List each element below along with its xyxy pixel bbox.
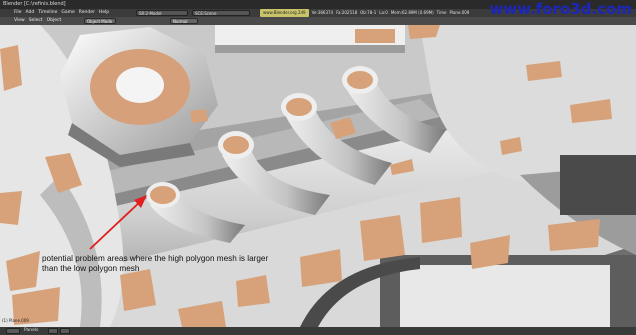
- annotation-text: potential problem areas where the high p…: [42, 254, 269, 273]
- 3d-viewport[interactable]: [0, 25, 636, 327]
- viewport-menus: View Select Object: [14, 17, 61, 25]
- menu-game[interactable]: Game: [61, 9, 74, 17]
- viewport-render: [0, 25, 636, 327]
- menu-help[interactable]: Help: [99, 9, 109, 17]
- top-block-patch: [355, 29, 395, 43]
- scene-stats: www.Blender.org 249 Ve:366374 Fa:202518 …: [260, 9, 469, 17]
- blender-window: Blender [C:\refinis.blend] File Add Time…: [0, 0, 636, 335]
- stat-faces: Fa:202518: [336, 10, 358, 15]
- scene-selector[interactable]: SCE:Scene: [192, 10, 250, 16]
- engine-version: www.Blender.org 249: [260, 9, 309, 17]
- right-dark-slot: [560, 155, 636, 215]
- window-type-button[interactable]: [6, 328, 20, 334]
- menu-file[interactable]: File: [14, 9, 22, 17]
- viewport-menu-object[interactable]: Object: [47, 17, 62, 25]
- watermark: www.foro3d.com: [489, 0, 632, 18]
- viewport-header: View Select Object Object Mode Normal: [0, 17, 636, 25]
- menu-render[interactable]: Render: [79, 9, 95, 17]
- panel-button-1[interactable]: [48, 328, 58, 334]
- menu-add[interactable]: Add: [26, 9, 35, 17]
- object-name-overlay: (1) Plane.009: [2, 318, 29, 323]
- mode-selector[interactable]: Object Mode: [84, 18, 116, 24]
- bottom-light-panel: [400, 265, 610, 327]
- stat-objects: Ob:78-1: [360, 10, 377, 15]
- viewport-menu-select[interactable]: Select: [29, 17, 43, 25]
- cap-hole: [116, 67, 164, 103]
- stat-lamps: La:0: [379, 10, 388, 15]
- shading-selector[interactable]: Normal: [170, 18, 198, 24]
- window-title: Blender [C:\refinis.blend]: [3, 1, 66, 7]
- screen-selector[interactable]: SR:2-Model: [136, 10, 188, 16]
- stat-time: Time: [436, 10, 447, 15]
- stat-object: Plane.009: [449, 10, 470, 15]
- buttons-window-header: Panels: [0, 327, 636, 335]
- stat-memory: Mem:62.89M (0.69M): [390, 10, 434, 15]
- viewport-menu-view[interactable]: View: [14, 17, 25, 25]
- stat-verts: Ve:366374: [311, 10, 334, 15]
- main-menu: File Add Timeline Game Render Help: [14, 9, 109, 17]
- top-block-shade: [215, 45, 405, 53]
- panels-label: Panels: [24, 328, 39, 333]
- menu-timeline[interactable]: Timeline: [38, 9, 57, 17]
- panel-button-2[interactable]: [60, 328, 70, 334]
